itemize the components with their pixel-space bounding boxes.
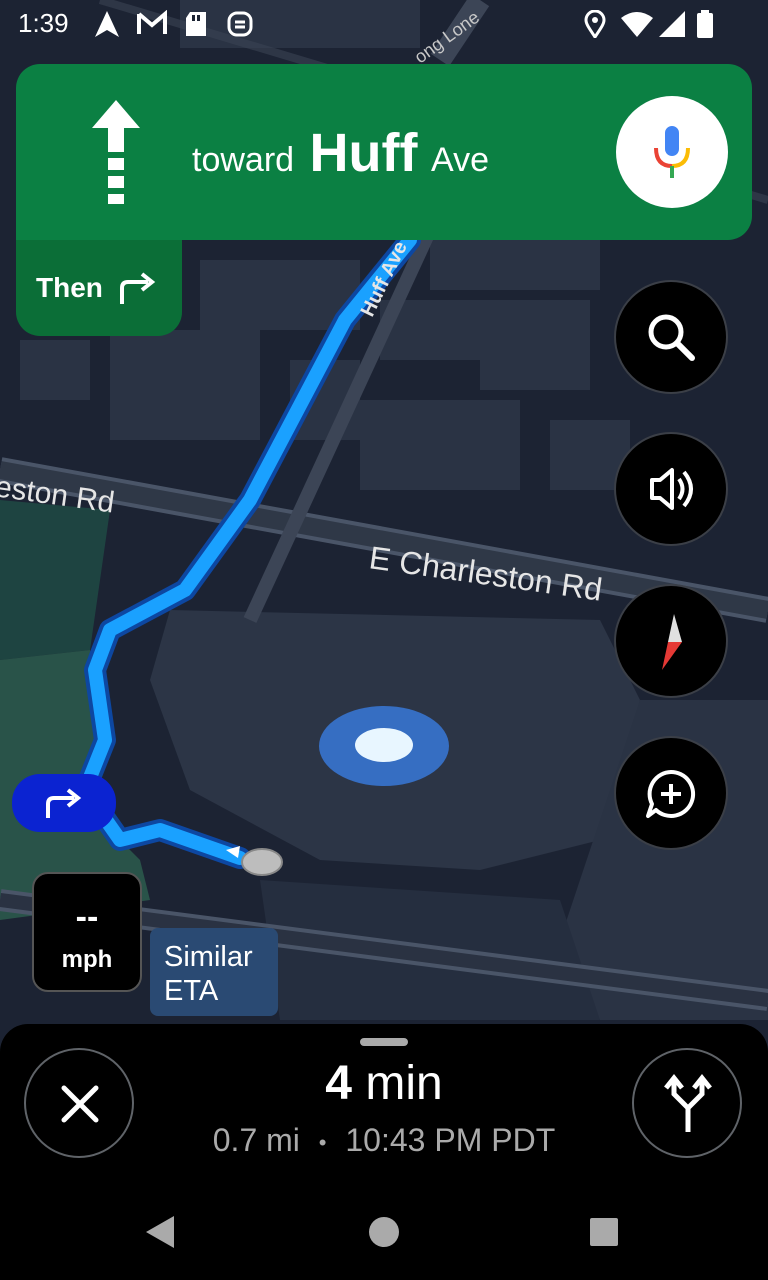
- sync-icon: [227, 11, 253, 37]
- turn-badge: [12, 774, 116, 832]
- straight-arrow-icon: [92, 100, 140, 204]
- speed-unit: mph: [61, 946, 113, 973]
- home-icon[interactable]: [366, 1214, 402, 1250]
- speed-indicator: -- mph: [32, 872, 142, 992]
- recents-icon[interactable]: [588, 1216, 620, 1248]
- google-mic-icon: [654, 126, 690, 178]
- direction-text: toward Huff Ave: [192, 122, 489, 184]
- next-step-label: Then: [36, 272, 103, 303]
- direction-banner[interactable]: toward Huff Ave: [16, 64, 752, 240]
- direction-street: Huff: [309, 123, 418, 183]
- sheet-handle[interactable]: [360, 1038, 408, 1046]
- eta-tag-line2: ETA: [164, 975, 219, 1007]
- trip-separator: •: [318, 1129, 327, 1155]
- trip-distance: 0.7 mi: [212, 1122, 300, 1158]
- alternate-routes-button[interactable]: [632, 1048, 742, 1158]
- speed-value: --: [75, 898, 99, 936]
- next-step-card[interactable]: Then: [16, 240, 182, 336]
- turn-right-icon: [120, 272, 156, 304]
- duration-unit: min: [365, 1057, 443, 1110]
- duration-number: 4: [325, 1057, 352, 1110]
- search-icon: [648, 314, 695, 361]
- alternate-routes-icon: [664, 1073, 712, 1132]
- back-icon[interactable]: [142, 1214, 178, 1250]
- eta-comparison-tag[interactable]: Similar ETA: [150, 928, 278, 1016]
- direction-suffix: Ave: [431, 141, 490, 179]
- turn-right-icon: [46, 788, 82, 818]
- location-pin-icon: [584, 10, 606, 38]
- status-bar: 1:39: [0, 0, 768, 48]
- eta-tag-line1: Similar: [164, 941, 253, 973]
- gmail-icon: [137, 10, 167, 34]
- volume-icon: [650, 468, 693, 510]
- cell-signal-icon: [659, 11, 685, 37]
- compass-icon: [662, 614, 682, 670]
- voice-search-button[interactable]: [616, 96, 728, 208]
- direction-prefix: toward: [192, 141, 295, 179]
- system-nav-bar: [0, 1184, 768, 1280]
- trip-arrival: 10:43 PM PDT: [345, 1122, 556, 1158]
- navigation-arrow-icon: [95, 11, 119, 37]
- status-time: 1:39: [18, 8, 69, 38]
- wifi-icon: [621, 12, 653, 37]
- search-button[interactable]: [614, 280, 728, 394]
- battery-icon: [697, 10, 713, 38]
- add-report-icon: [646, 769, 696, 818]
- add-report-button[interactable]: [614, 736, 728, 850]
- sd-card-icon: [186, 12, 206, 36]
- compass-button[interactable]: [614, 584, 728, 698]
- volume-button[interactable]: [614, 432, 728, 546]
